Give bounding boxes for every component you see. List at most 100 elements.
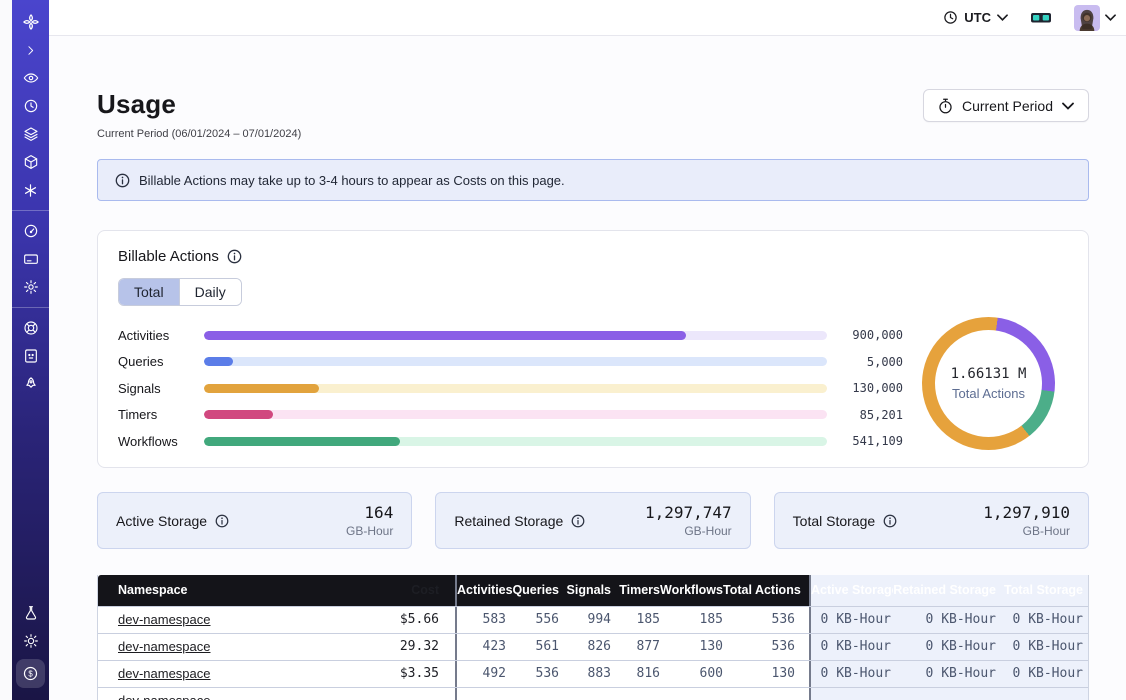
info-banner: Billable Actions may take up to 3-4 hour… xyxy=(97,159,1089,201)
cell-timers: 877 xyxy=(611,634,660,660)
cell-workflows: 600 xyxy=(660,661,723,687)
cell-retained_storage: 0 KB-Hour xyxy=(893,634,998,660)
sun-icon[interactable] xyxy=(15,630,46,652)
total-actions-donut: 1.66131 M Total Actions xyxy=(922,317,1055,450)
period-selector-button[interactable]: Current Period xyxy=(923,89,1089,122)
glasses-button[interactable] xyxy=(1030,10,1052,25)
layers-icon[interactable] xyxy=(15,123,46,145)
bar-value: 85,201 xyxy=(827,408,903,422)
timezone-selector[interactable]: UTC xyxy=(943,10,1008,25)
banner-text: Billable Actions may take up to 3-4 hour… xyxy=(139,173,565,188)
asterisk-icon[interactable] xyxy=(15,179,46,201)
account-menu[interactable] xyxy=(1074,5,1116,31)
storage-card-value-block: 1,297,747 GB-Hour xyxy=(645,503,732,538)
bar-fill xyxy=(204,437,400,446)
tab-total[interactable]: Total xyxy=(119,279,179,305)
collapse-chevron-icon[interactable] xyxy=(15,39,46,61)
info-icon[interactable] xyxy=(227,249,242,264)
bar-track xyxy=(204,437,827,446)
cell-cost xyxy=(338,688,455,700)
cell-activities: 423 xyxy=(455,634,506,660)
temporal-logo-icon[interactable] xyxy=(15,11,46,33)
tab-daily[interactable]: Daily xyxy=(179,279,241,305)
eye-icon[interactable] xyxy=(15,67,46,89)
cell-total_storage: 0 KB-Hour xyxy=(998,634,1089,660)
cell-cost: $5.66 xyxy=(338,607,455,633)
column-header-namespace[interactable]: Namespace xyxy=(98,575,338,606)
bar-value: 5,000 xyxy=(827,355,903,369)
storage-card-label: Active Storage xyxy=(116,513,229,529)
info-icon xyxy=(115,173,130,188)
storage-card-value-block: 164GB-Hour xyxy=(346,503,393,538)
cell-queries: 561 xyxy=(506,634,559,660)
storage-card-value-block: 1,297,910GB-Hour xyxy=(983,503,1070,538)
bar-row-timers: Timers85,201 xyxy=(118,402,903,429)
cell-workflows: 185 xyxy=(660,607,723,633)
cell-timers xyxy=(611,688,660,700)
column-header-workflows[interactable]: Workflows xyxy=(660,575,723,606)
column-header-queries[interactable]: Queries xyxy=(506,575,559,606)
column-header-activities[interactable]: Activities xyxy=(455,575,506,606)
history-clock-icon[interactable] xyxy=(15,95,46,117)
storage-card-unit: GB-Hour xyxy=(346,524,393,538)
docs-tablet-icon[interactable] xyxy=(15,345,46,367)
bar-row-activities: Activities900,000 xyxy=(118,322,903,349)
column-header-signals[interactable]: Signals xyxy=(559,575,611,606)
billable-bars-chart: Activities900,000Queries5,000Signals130,… xyxy=(118,322,903,455)
cell-workflows xyxy=(660,688,723,700)
cell-retained_storage: 0 KB-Hour xyxy=(893,661,998,687)
gear-icon[interactable] xyxy=(15,276,46,298)
rocket-icon[interactable] xyxy=(15,373,46,395)
cube-icon[interactable] xyxy=(15,151,46,173)
cell-total_actions: 536 xyxy=(723,634,809,660)
cell-total_actions: 130 xyxy=(723,661,809,687)
cell-namespace: dev-namespace xyxy=(98,607,338,633)
info-icon[interactable] xyxy=(883,514,897,528)
namespace-link[interactable]: dev-namespace xyxy=(118,693,211,700)
flask-icon[interactable] xyxy=(15,602,46,624)
dollar-coin-button[interactable]: $ xyxy=(16,659,45,688)
namespace-link[interactable]: dev-namespace xyxy=(118,612,211,627)
avatar xyxy=(1074,5,1100,31)
main-content: Usage Current Period (06/01/2024 – 07/01… xyxy=(49,36,1126,700)
storage-card-retained-storage: Retained Storage1,297,747GB-Hour xyxy=(435,492,750,549)
cell-retained_storage: 0 KB-Hour xyxy=(893,607,998,633)
column-header-retained-storage[interactable]: Retained Storage xyxy=(893,575,998,606)
timezone-label: UTC xyxy=(964,10,991,25)
column-header-timers[interactable]: Timers xyxy=(611,575,660,606)
lifebuoy-icon[interactable] xyxy=(15,317,46,339)
sidebar: $ xyxy=(12,0,49,700)
column-header-active-storage[interactable]: Active Storage xyxy=(809,575,893,606)
table-row: dev-namespace xyxy=(98,687,1088,700)
bar-label: Activities xyxy=(118,328,204,343)
cell-retained_storage xyxy=(893,688,998,700)
namespace-link[interactable]: dev-namespace xyxy=(118,666,211,681)
chevron-down-icon xyxy=(997,12,1008,23)
cell-cost: 29.32 xyxy=(338,634,455,660)
bar-track xyxy=(204,357,827,366)
namespace-link[interactable]: dev-namespace xyxy=(118,639,211,654)
storage-card-unit: GB-Hour xyxy=(645,524,732,538)
credit-card-icon[interactable] xyxy=(15,248,46,270)
info-icon[interactable] xyxy=(571,514,585,528)
column-header-cost[interactable]: Cost xyxy=(338,575,455,606)
column-header-total-storage[interactable]: Total Storage xyxy=(998,575,1089,606)
namespace-usage-table: NamespaceCostActivitiesQueriesSignalsTim… xyxy=(97,575,1089,700)
cell-activities xyxy=(455,688,506,700)
gauge-icon[interactable] xyxy=(15,220,46,242)
info-icon[interactable] xyxy=(215,514,229,528)
donut-total-label: Total Actions xyxy=(952,386,1025,401)
cell-workflows: 130 xyxy=(660,634,723,660)
glasses-icon xyxy=(1030,10,1052,25)
page-subtitle: Current Period (06/01/2024 – 07/01/2024) xyxy=(97,128,301,140)
cell-namespace: dev-namespace xyxy=(98,661,338,687)
storage-label-text: Total Storage xyxy=(793,513,876,529)
table-row: dev-namespace$3.354925368838166001300 KB… xyxy=(98,660,1088,687)
cell-timers: 816 xyxy=(611,661,660,687)
storage-card-total-storage: Total Storage 1,297,910GB-Hour xyxy=(774,492,1089,549)
storage-card-value: 1,297,747 xyxy=(645,503,732,522)
svg-text:$: $ xyxy=(28,669,33,678)
bar-track xyxy=(204,410,827,419)
bar-fill xyxy=(204,357,233,366)
column-header-total-actions[interactable]: Total Actions xyxy=(723,575,809,606)
